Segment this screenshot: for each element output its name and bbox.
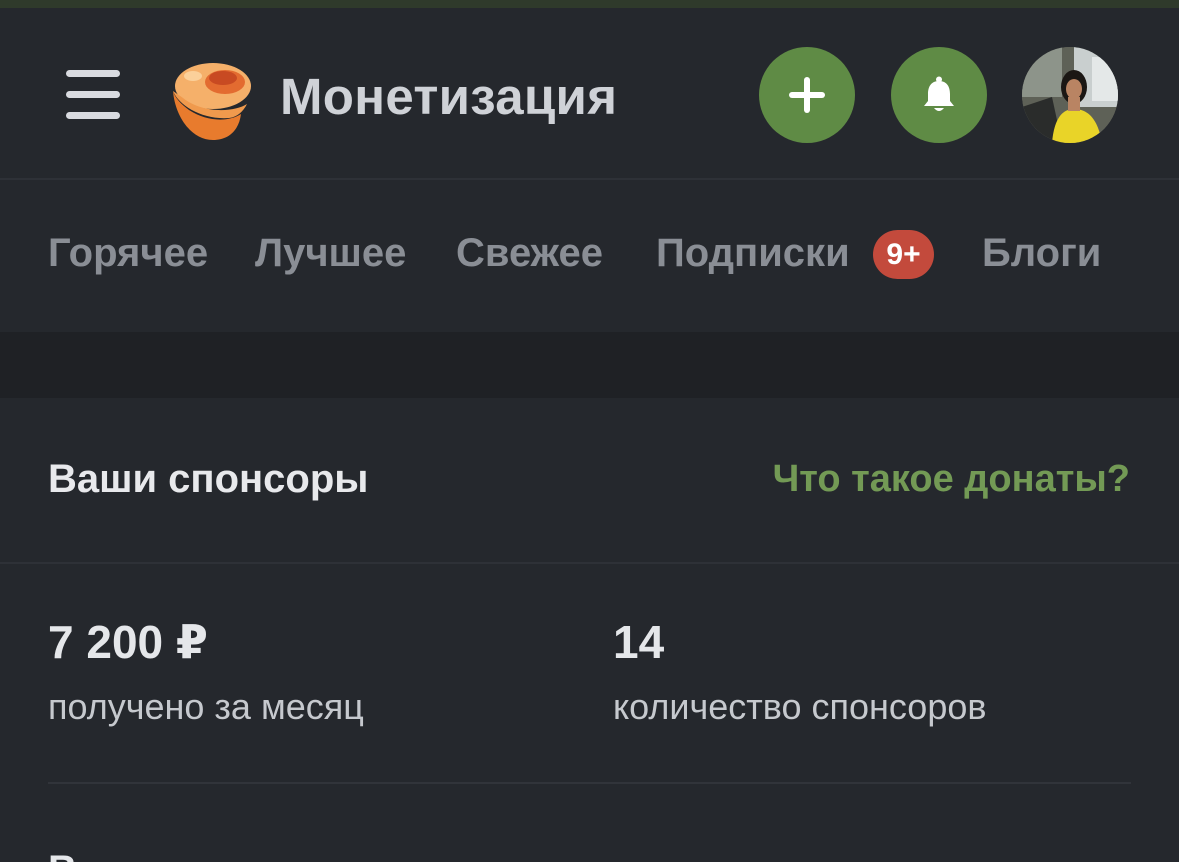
- subscriptions-count-badge: 9+: [873, 230, 934, 279]
- bell-icon: [924, 76, 954, 111]
- notifications-button[interactable]: [891, 47, 987, 143]
- section-title: Ваши спонсоры: [48, 457, 369, 501]
- pikabu-logo-icon[interactable]: [163, 56, 255, 142]
- donations-info-link[interactable]: Что такое донаты?: [773, 455, 1130, 503]
- hamburger-menu-icon-line: [66, 91, 120, 98]
- sponsor-stats: 7 200 ₽ получено за месяц 14 количество …: [0, 564, 1179, 862]
- feed-tabs: Горячее Лучшее Свежее Подписки Блоги: [0, 180, 1179, 332]
- app-header: Монетизация: [0, 8, 1179, 180]
- tab-hot[interactable]: Горячее: [48, 229, 208, 277]
- user-photo: [1022, 47, 1118, 143]
- tab-blogs[interactable]: Блоги: [982, 229, 1101, 277]
- menu-button[interactable]: [62, 64, 124, 126]
- plus-icon: [789, 77, 825, 113]
- add-post-button[interactable]: [759, 47, 855, 143]
- status-strip: [0, 0, 1179, 8]
- tab-best[interactable]: Лучшее: [255, 229, 406, 277]
- avatar[interactable]: [1022, 47, 1118, 143]
- monetization-screen: Монетизация Горячее Лучшее Свежее Подпис…: [0, 0, 1179, 862]
- page-title: Монетизация: [280, 68, 618, 125]
- received-amount-label: получено за месяц: [48, 686, 364, 727]
- sponsors-count: 14: [613, 616, 665, 668]
- sponsors-section-header: Ваши спонсоры Что такое донаты?: [0, 398, 1179, 564]
- stats-divider: [48, 782, 1131, 784]
- sponsors-count-label: количество спонсоров: [613, 686, 987, 727]
- received-amount: 7 200 ₽: [48, 616, 208, 668]
- section-separator: [0, 332, 1179, 398]
- hamburger-menu-icon: [66, 70, 120, 77]
- next-section-title: В: [48, 846, 77, 862]
- tab-subscriptions[interactable]: Подписки: [656, 229, 850, 277]
- hamburger-menu-icon-line: [66, 112, 120, 119]
- tab-fresh[interactable]: Свежее: [456, 229, 603, 277]
